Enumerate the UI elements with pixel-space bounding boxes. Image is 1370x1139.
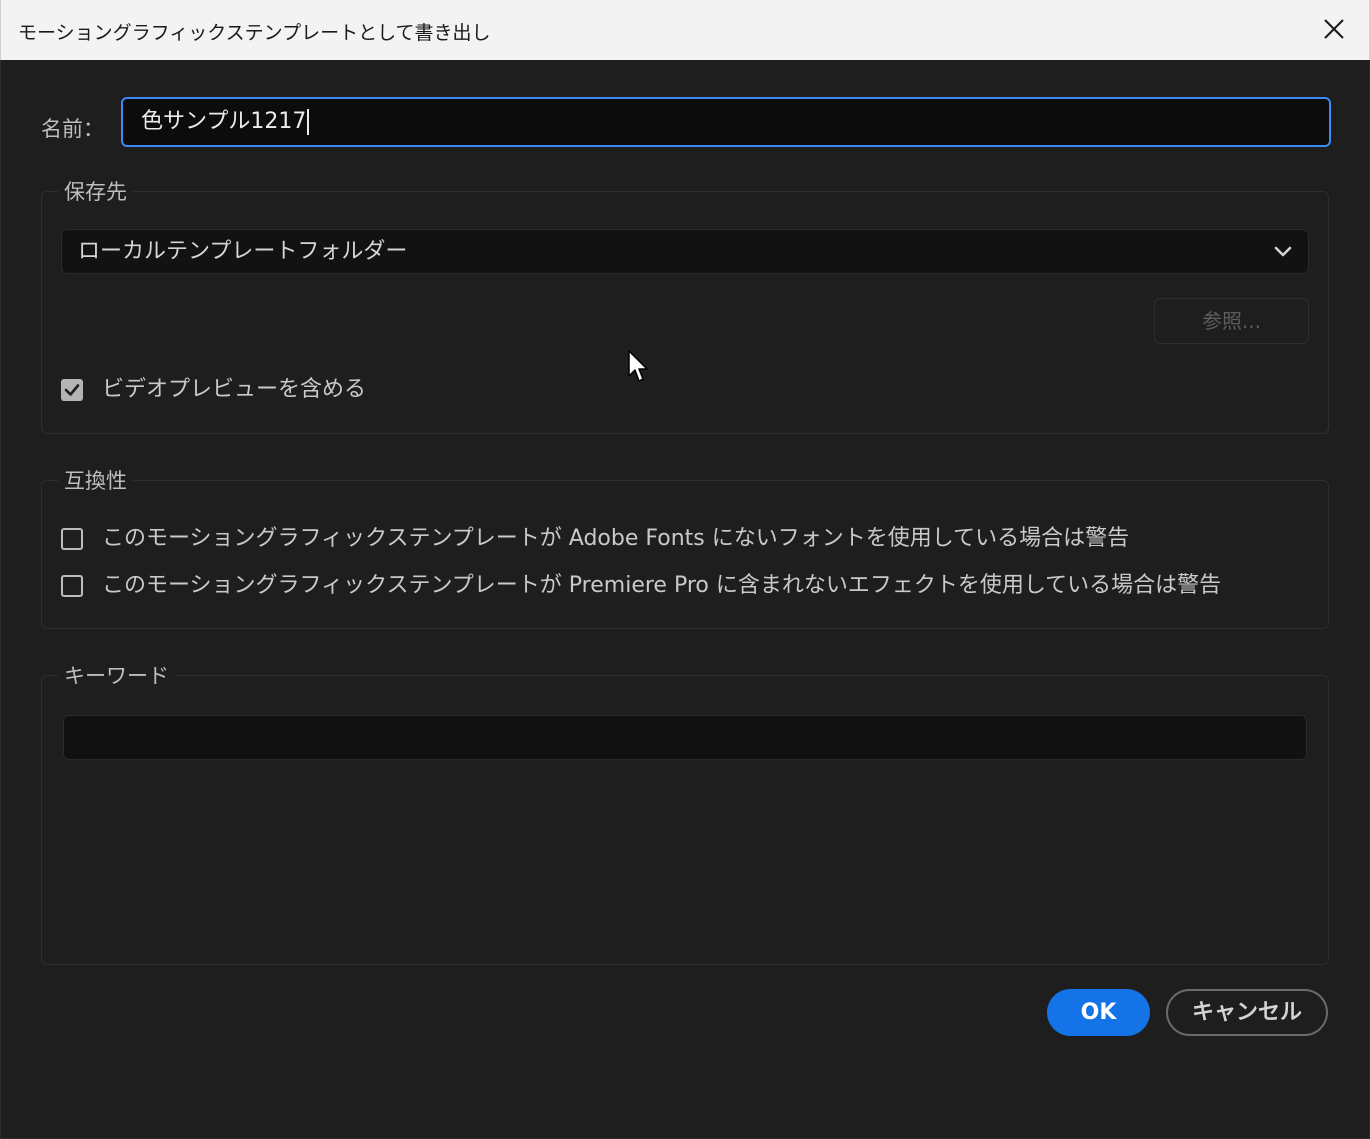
destination-dropdown[interactable]: ローカルテンプレートフォルダー	[61, 229, 1309, 274]
keywords-legend: キーワード	[64, 664, 169, 688]
title-bar: モーショングラフィックステンプレートとして書き出し	[0, 0, 1370, 60]
warn-missing-fonts-label: このモーショングラフィックステンプレートが Adobe Fonts にないフォン…	[102, 526, 1130, 551]
warn-missing-effects-label: このモーショングラフィックステンプレートが Premiere Pro に含まれな…	[102, 573, 1222, 598]
chevron-down-icon	[1274, 246, 1292, 257]
warn-missing-effects-checkbox[interactable]	[61, 575, 83, 597]
destination-selected-value: ローカルテンプレートフォルダー	[78, 239, 408, 264]
ok-button[interactable]: OK	[1047, 989, 1150, 1036]
close-icon[interactable]	[1321, 16, 1347, 42]
mouse-pointer-icon	[628, 350, 648, 382]
include-preview-label: ビデオプレビューを含める	[102, 377, 367, 402]
name-label: 名前：	[41, 117, 104, 141]
text-caret	[307, 109, 310, 135]
checkmark-icon	[64, 384, 80, 396]
browse-button[interactable]: 参照...	[1154, 298, 1309, 344]
name-input[interactable]: 色サンプル1217	[121, 97, 1331, 147]
destination-legend: 保存先	[64, 180, 127, 204]
keywords-input[interactable]	[63, 715, 1307, 760]
keywords-group: キーワード	[41, 660, 1329, 965]
compatibility-legend: 互換性	[64, 469, 127, 493]
cancel-button[interactable]: キャンセル	[1166, 989, 1328, 1036]
include-preview-checkbox[interactable]	[61, 379, 83, 401]
window-title: モーショングラフィックステンプレートとして書き出し	[18, 22, 491, 44]
warn-missing-fonts-checkbox[interactable]	[61, 528, 83, 550]
name-input-value: 色サンプル1217	[141, 109, 307, 134]
